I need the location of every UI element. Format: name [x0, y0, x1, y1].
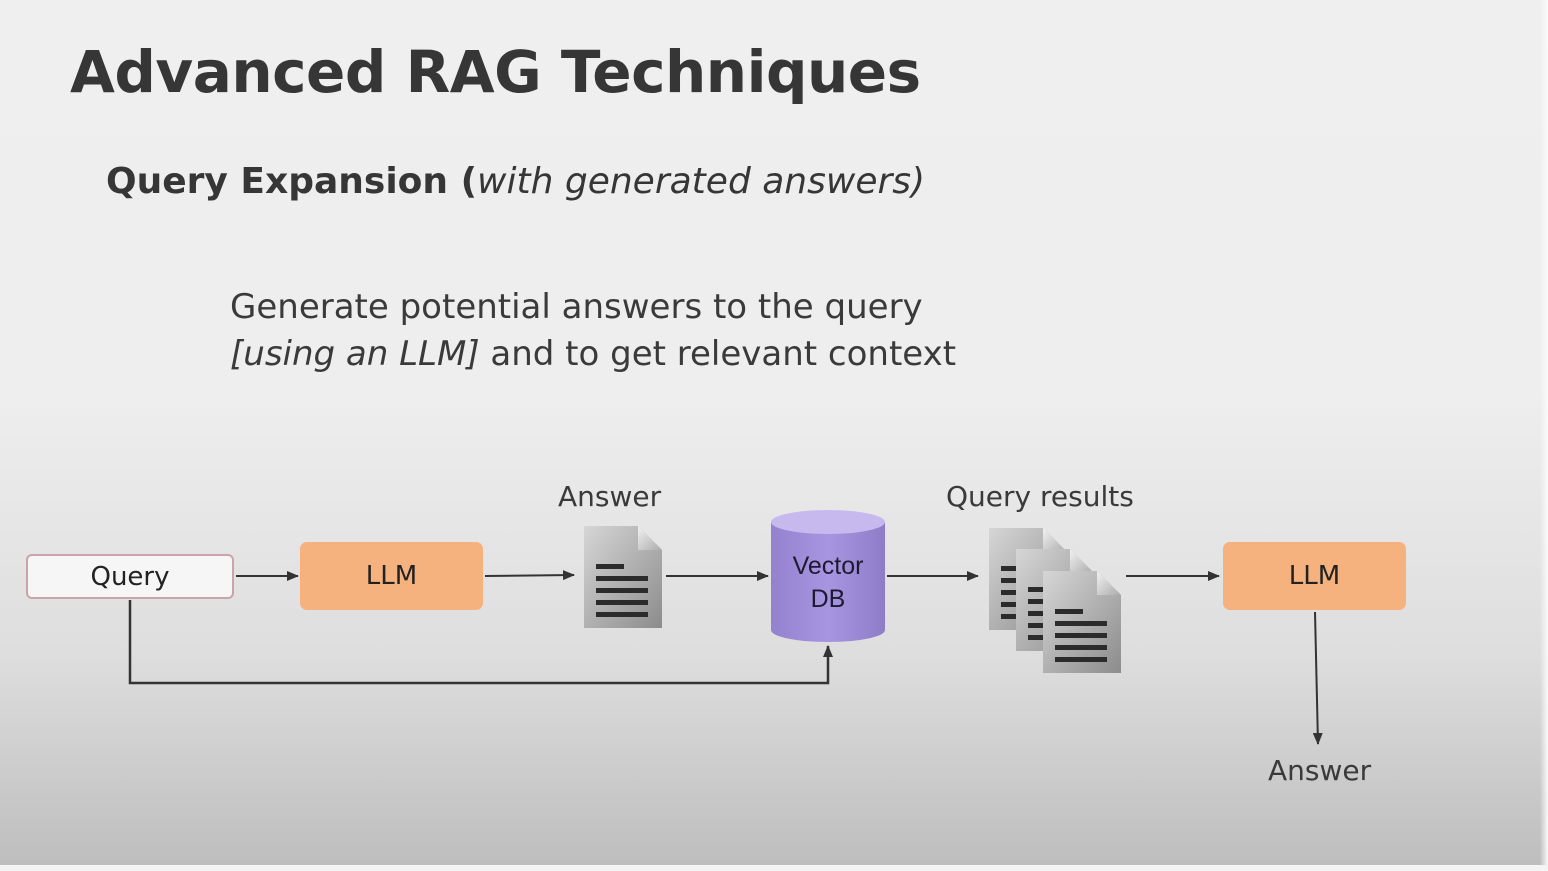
- arrow-llm-to-answer: [484, 570, 575, 581]
- document-icon: [584, 526, 662, 628]
- flow-diagram: [128, 510, 1323, 745]
- llm-box-first: LLM: [300, 542, 483, 610]
- final-answer-label: Answer: [1268, 754, 1372, 787]
- documents-stack-icon: [989, 528, 1121, 673]
- arrow-query-to-db: [128, 600, 833, 685]
- vector-db-label: Vector DB: [771, 550, 885, 616]
- answer-label: Answer: [558, 480, 662, 513]
- vector-db-line-1: Vector: [792, 552, 864, 580]
- slide: Advanced RAG Techniques Query Expansion …: [0, 0, 1548, 871]
- query-results-label: Query results: [946, 480, 1134, 513]
- vector-db-line-2: DB: [810, 585, 846, 613]
- llm-box-second: LLM: [1223, 542, 1406, 610]
- arrow-llm-to-answer-final: [1312, 611, 1323, 745]
- query-box: Query: [26, 554, 234, 599]
